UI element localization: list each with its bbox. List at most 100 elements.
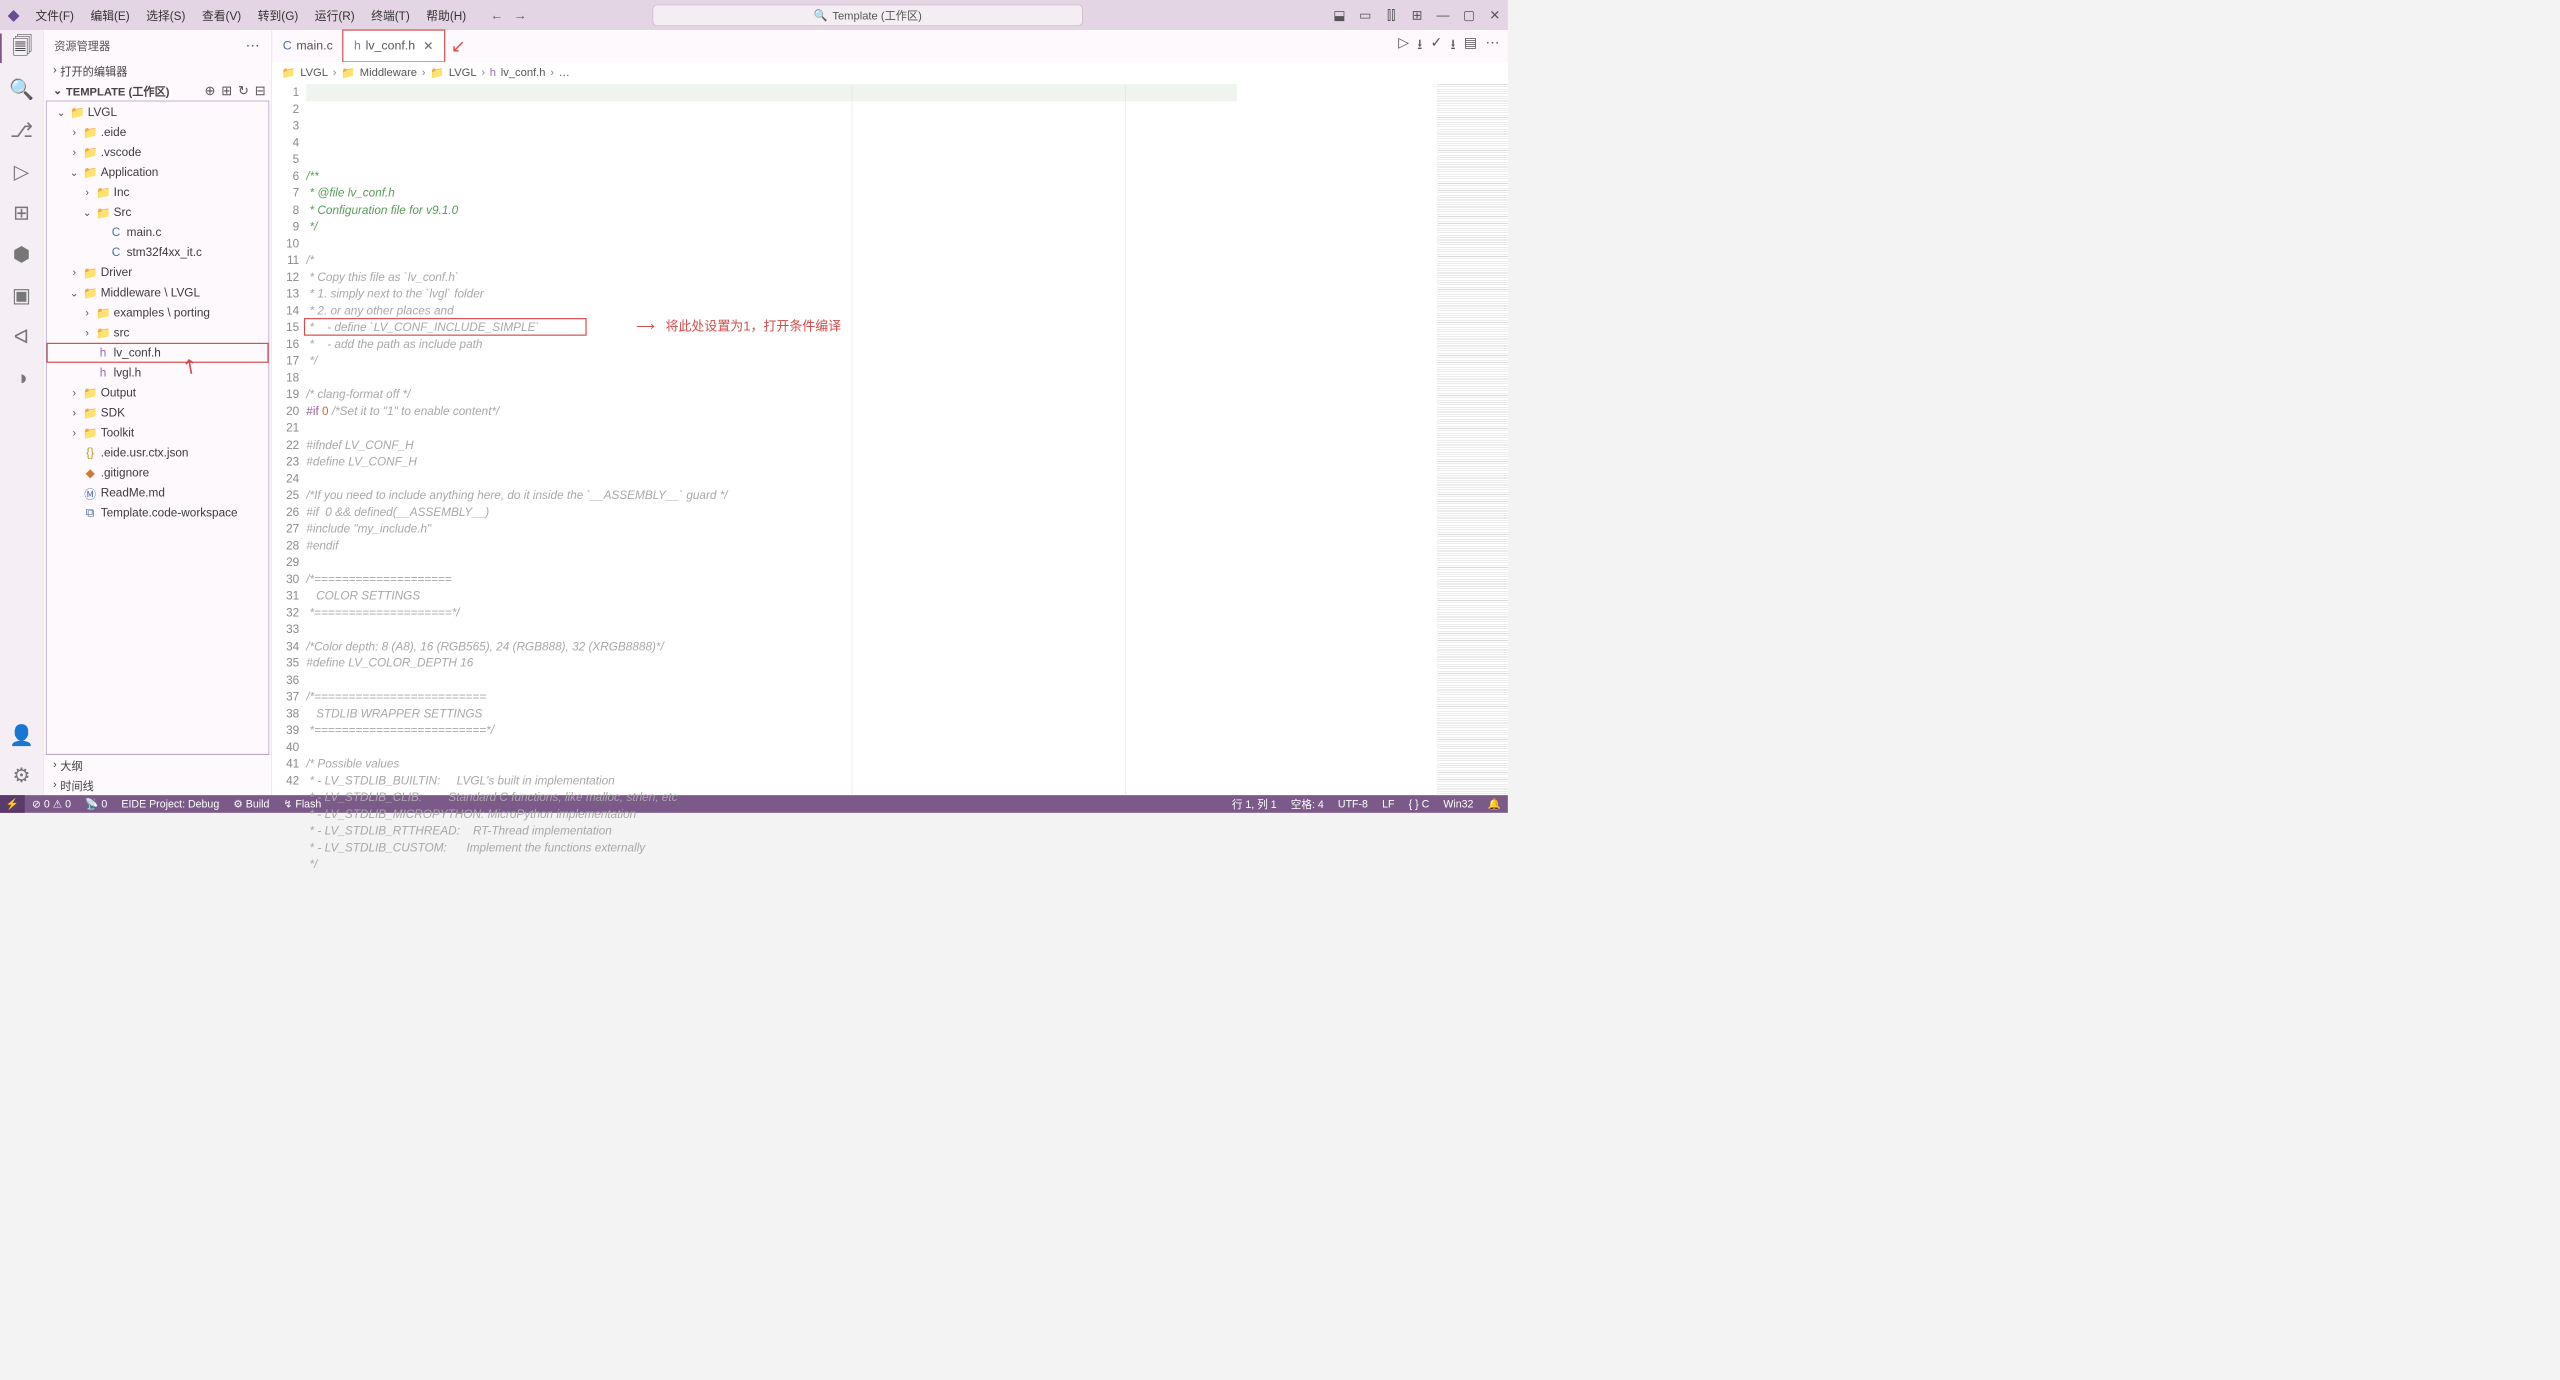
breadcrumb-item[interactable]: Middleware xyxy=(360,67,417,80)
nav-forward-icon[interactable]: → xyxy=(510,7,531,22)
code-content[interactable]: /** * @file lv_conf.h * Configuration fi… xyxy=(306,84,1437,795)
editor-action-icon[interactable]: ⭳ xyxy=(1451,34,1456,58)
tree-item[interactable]: ⌄📁Middleware \ LVGL xyxy=(47,283,269,303)
nav-back-icon[interactable]: ← xyxy=(486,7,507,22)
menu-item[interactable]: 转到(G) xyxy=(249,6,306,23)
file-icon: C xyxy=(109,226,123,240)
tree-item[interactable]: Cstm32f4xx_it.c xyxy=(47,243,269,263)
tree-item[interactable]: ⓂReadMe.md xyxy=(47,483,269,503)
editor-action-icon[interactable]: ⭳ xyxy=(1417,34,1422,58)
editor-action-icon[interactable]: ▷ xyxy=(1398,34,1409,58)
tree-item[interactable]: ›📁SDK xyxy=(47,403,269,423)
explorer-action-icon[interactable]: ⊞ xyxy=(221,83,232,98)
file-icon: h xyxy=(96,366,110,380)
line-highlight xyxy=(306,84,1237,101)
file-icon: 📁 xyxy=(83,426,97,441)
editor-action-icon[interactable]: ⋯ xyxy=(1485,34,1499,58)
workspace-section[interactable]: ⌄ TEMPLATE (工作区) ⊕⊞↻⊟ xyxy=(44,81,272,101)
qa-icon[interactable]: ᐊ xyxy=(0,322,43,351)
breadcrumb-item[interactable]: LVGL xyxy=(300,67,328,80)
tree-item-label: LVGL xyxy=(88,106,117,120)
breadcrumb-item[interactable]: lv_conf.h xyxy=(501,67,546,80)
search-icon[interactable]: 🔍 xyxy=(0,75,43,104)
layout-icon[interactable]: ⬓ xyxy=(1326,7,1352,22)
menu-item[interactable]: 查看(V) xyxy=(194,6,250,23)
editor-tab[interactable]: hlv_conf.h✕ xyxy=(343,31,443,62)
scm-icon[interactable]: ⎇ xyxy=(0,116,43,145)
breadcrumbs[interactable]: 📁LVGL›📁Middleware›📁LVGL›h lv_conf.h›… xyxy=(272,62,1508,84)
remote-indicator[interactable]: ⚡ xyxy=(0,795,25,813)
explorer-action-icon[interactable]: ⊕ xyxy=(205,83,216,98)
tree-item[interactable]: ›📁examples \ porting xyxy=(47,303,269,323)
explorer-icon[interactable]: 🗐 xyxy=(0,34,43,63)
outline-section[interactable]: › 大纲 xyxy=(44,755,272,775)
file-icon: 📁 xyxy=(83,125,97,140)
status-item[interactable]: ⊘ 0 ⚠ 0 xyxy=(25,798,78,810)
file-icon: C xyxy=(109,246,123,260)
status-item[interactable]: 📡 0 xyxy=(78,798,114,810)
tree-item[interactable]: ›📁Driver xyxy=(47,263,269,283)
tree-item[interactable]: hlv_conf.h xyxy=(47,343,269,363)
chevron-icon: › xyxy=(69,387,80,399)
close-icon[interactable]: ✕ xyxy=(423,39,433,54)
minimap[interactable] xyxy=(1437,84,1508,795)
tree-item[interactable]: ›📁Inc xyxy=(47,183,269,203)
chip-icon[interactable]: ▣ xyxy=(0,281,43,310)
breadcrumb-item[interactable]: … xyxy=(559,67,570,80)
editor-action-icon[interactable]: ▤ xyxy=(1464,34,1477,58)
maximize-button[interactable]: ▢ xyxy=(1456,7,1482,22)
command-center[interactable]: 🔍 Template (工作区) xyxy=(653,4,1083,25)
chevron-down-icon: ⌄ xyxy=(53,84,62,98)
tree-item[interactable]: ›📁src xyxy=(47,323,269,343)
explorer-action-icon[interactable]: ↻ xyxy=(238,83,249,98)
tree-item[interactable]: ⌄📁Src xyxy=(47,203,269,223)
minimize-button[interactable]: — xyxy=(1430,7,1456,22)
account-icon[interactable]: 👤 xyxy=(9,721,34,750)
split-icon[interactable]: ⫿⫿ xyxy=(1378,7,1404,22)
menu-item[interactable]: 帮助(H) xyxy=(418,6,474,23)
editor-action-icon[interactable]: ✓ xyxy=(1431,34,1443,58)
tree-item[interactable]: ›📁Output xyxy=(47,383,269,403)
opened-editors-section[interactable]: › 打开的编辑器 xyxy=(44,61,272,81)
tree-item-label: .gitignore xyxy=(101,466,149,480)
tree-item[interactable]: ⌄📁Application xyxy=(47,163,269,183)
tree-item[interactable]: ⌄📁LVGL xyxy=(47,102,269,122)
run-debug-icon[interactable]: ▷ xyxy=(0,157,43,186)
menu-item[interactable]: 编辑(E) xyxy=(82,6,138,23)
tree-item[interactable]: hlvgl.h xyxy=(47,363,269,383)
chevron-icon: › xyxy=(69,267,80,279)
breadcrumb-item[interactable]: LVGL xyxy=(449,67,477,80)
menu-item[interactable]: 终端(T) xyxy=(363,6,418,23)
extensions-icon[interactable]: ⊞ xyxy=(0,198,43,227)
file-tree[interactable]: ⌄📁LVGL›📁.eide›📁.vscode⌄📁Application›📁Inc… xyxy=(46,101,269,755)
panel-icon[interactable]: ▭ xyxy=(1352,7,1378,22)
tree-item[interactable]: ›📁Toolkit xyxy=(47,423,269,443)
breadcrumb-separator: › xyxy=(550,67,554,80)
code-editor[interactable]: 1234567891011121314151617181920212223242… xyxy=(272,84,1508,795)
customize-icon[interactable]: ⊞ xyxy=(1404,7,1430,22)
chevron-icon: ⌄ xyxy=(69,166,80,178)
tree-item[interactable]: ◆.gitignore xyxy=(47,463,269,483)
status-item[interactable]: 🔔 xyxy=(1480,796,1507,811)
sync-icon[interactable]: ◑ xyxy=(0,363,43,392)
tree-item[interactable]: Cmain.c xyxy=(47,223,269,243)
tree-item-label: Template.code-workspace xyxy=(101,506,238,520)
explorer-action-icon[interactable]: ⊟ xyxy=(255,83,266,98)
more-icon[interactable]: ⋯ xyxy=(246,37,261,54)
menu-item[interactable]: 运行(R) xyxy=(307,6,363,23)
menu-item[interactable]: 文件(F) xyxy=(27,6,82,23)
status-item[interactable]: EIDE Project: Debug xyxy=(114,798,226,810)
tree-item[interactable]: ›📁.vscode xyxy=(47,143,269,163)
tree-item[interactable]: ⧉Template.code-workspace xyxy=(47,503,269,523)
menu-item[interactable]: 选择(S) xyxy=(138,6,194,23)
tree-item[interactable]: ›📁.eide xyxy=(47,123,269,143)
editor-tab[interactable]: Cmain.c xyxy=(272,31,343,62)
status-item[interactable]: Win32 xyxy=(1436,796,1480,811)
tree-item[interactable]: {}.eide.usr.ctx.json xyxy=(47,443,269,463)
status-item[interactable]: ⚙ Build xyxy=(226,798,276,810)
eide-icon[interactable]: ⬢ xyxy=(0,240,43,269)
settings-gear-icon[interactable]: ⚙ xyxy=(9,761,34,790)
close-button[interactable]: ✕ xyxy=(1482,7,1508,22)
tree-item-label: .eide.usr.ctx.json xyxy=(101,446,189,460)
timeline-section[interactable]: › 时间线 xyxy=(44,775,272,795)
